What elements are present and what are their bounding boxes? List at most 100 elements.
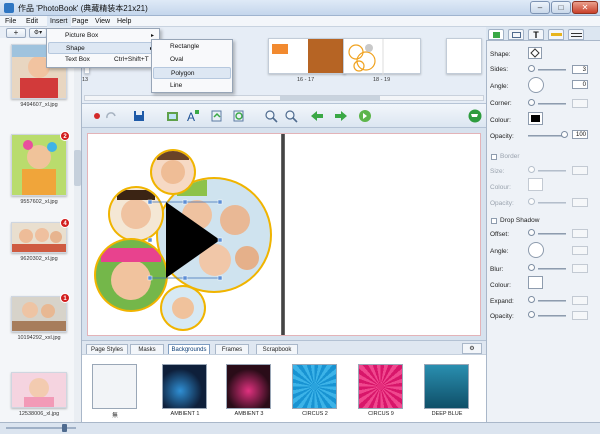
previous-page-icon[interactable] [310,109,324,123]
offset-input[interactable] [572,229,588,238]
border-colour-swatch[interactable] [528,178,543,191]
refresh-page-icon[interactable] [232,109,246,123]
add-picture-icon[interactable] [166,109,180,123]
left-panel-scroll-thumb[interactable] [74,150,81,186]
blur-input[interactable] [572,264,588,273]
corner-slider-knob[interactable] [528,99,535,106]
shape-type-button[interactable] [528,47,542,59]
tab-shape-properties[interactable] [488,29,504,40]
photo-thumbnail[interactable] [11,296,67,332]
sides-slider-knob[interactable] [528,65,535,72]
menu-item-rectangle[interactable]: Rectangle [153,41,231,53]
background-thumbnail[interactable] [226,364,271,409]
menu-item-polygon[interactable]: Polygon [153,67,231,79]
page-spread-thumbnail[interactable] [446,38,482,74]
border-colour-label: Colour: [490,184,511,191]
pages-strip-scroll-thumb[interactable] [280,96,380,100]
blur-slider-knob[interactable] [528,264,535,271]
background-thumbnail[interactable] [92,364,137,409]
next-page-icon[interactable] [334,109,348,123]
spread-label: 18 - 19 [373,77,391,83]
blur-slider[interactable] [538,268,566,270]
shape-colour-swatch[interactable] [528,112,543,125]
zoom-slider-knob[interactable] [62,424,67,432]
save-icon[interactable] [132,109,146,123]
insert-page-icon[interactable] [210,109,224,123]
settings-dropdown-button[interactable]: ⚙▾ [29,28,47,38]
menu-insert[interactable]: Insert [47,16,71,27]
menu-view[interactable]: View [95,16,110,27]
tab-layout-properties[interactable] [568,29,584,40]
tab-text-properties[interactable]: T [528,29,544,40]
page-spread-thumbnail[interactable] [343,38,421,75]
corner-slider[interactable] [538,103,566,105]
close-button[interactable]: ✕ [572,1,598,14]
redo-icon[interactable] [104,109,118,123]
angle-dial[interactable] [528,77,544,93]
shadow-colour-swatch[interactable] [528,276,543,289]
menu-item-text-box[interactable]: Text Box Ctrl+Shift+T [48,54,158,66]
order-cart-icon[interactable] [468,109,482,123]
drop-shadow-checkbox[interactable] [491,218,497,224]
sides-input[interactable]: 3 [572,65,588,74]
opacity-input[interactable]: 100 [572,130,588,139]
menu-file[interactable]: File [5,16,16,27]
photo-thumbnail[interactable] [11,134,67,196]
border-opacity-slider-knob[interactable] [528,198,535,205]
last-page-icon[interactable] [358,109,372,123]
expand-slider[interactable] [538,300,566,302]
menu-item-label: Shape [66,45,85,52]
add-text-icon[interactable]: A [186,109,200,123]
menu-item-line[interactable]: Line [153,80,231,92]
border-size-slider[interactable] [538,170,566,172]
background-thumbnail[interactable] [162,364,207,409]
corner-input[interactable] [572,99,588,108]
photo-collage[interactable] [87,140,281,336]
library-settings-button[interactable]: ⚙ [462,343,482,354]
border-size-input[interactable] [572,166,588,175]
minimize-button[interactable]: – [530,1,550,14]
opacity-slider[interactable] [528,135,564,137]
angle-input[interactable]: 0 [572,80,588,89]
border-opacity-input[interactable] [572,198,588,207]
photo-thumbnail[interactable] [11,222,67,253]
background-thumbnail[interactable] [424,364,469,409]
stop-icon[interactable] [90,109,104,123]
border-checkbox[interactable] [491,154,497,160]
shape-props-icon [493,32,500,38]
menu-edit[interactable]: Edit [26,16,38,27]
border-opacity-slider[interactable] [538,202,566,204]
shadow-opacity-slider[interactable] [538,315,566,317]
zoom-out-icon[interactable] [264,109,278,123]
offset-slider[interactable] [538,233,566,235]
line-props-icon [551,33,562,36]
menu-help[interactable]: Help [117,16,131,27]
menu-item-picture-box[interactable]: Picture Box ▸ [48,30,158,42]
photo-thumbnail[interactable] [11,372,67,408]
menu-item-shape[interactable]: Shape ▸ [48,42,158,54]
expand-input[interactable] [572,296,588,305]
diamond-icon [530,48,540,58]
menu-page[interactable]: Page [72,16,88,27]
left-panel-scrollbar[interactable] [74,38,81,422]
opacity-slider-knob[interactable] [561,131,568,138]
expand-slider-knob[interactable] [528,296,535,303]
border-size-slider-knob[interactable] [528,166,535,173]
background-thumbnail[interactable] [292,364,337,409]
shadow-angle-dial[interactable] [528,242,544,258]
page-spread-thumbnail[interactable] [268,38,346,74]
menu-item-oval[interactable]: Oval [153,54,231,66]
sides-slider[interactable] [538,69,566,71]
maximize-button[interactable]: □ [551,1,571,14]
shadow-angle-input[interactable] [572,246,588,255]
tab-line-properties[interactable] [548,29,564,40]
add-photo-button[interactable]: + [6,28,26,38]
background-thumbnail[interactable] [358,364,403,409]
background-label: CIRCUS 2 [302,411,328,417]
offset-slider-knob[interactable] [528,229,535,236]
tab-picture-properties[interactable] [508,29,524,40]
insert-menu: Picture Box ▸ Shape ▸ Text Box Ctrl+Shif… [46,28,160,68]
shadow-opacity-slider-knob[interactable] [528,311,535,318]
zoom-in-icon[interactable] [284,109,298,123]
shadow-opacity-input[interactable] [572,311,588,320]
